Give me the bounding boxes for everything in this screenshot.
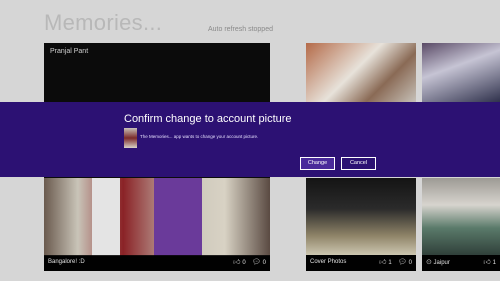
account-picture-thumbnail — [124, 128, 137, 148]
photo-tile-jaipur[interactable]: ⊙ Jaipur 👍︎ 1 — [422, 178, 500, 271]
cancel-button[interactable]: Cancel — [341, 157, 376, 170]
tile-owner-name: Pranjal Pant — [50, 48, 89, 55]
photo-tile-cover[interactable]: Cover Photos 👍︎ 1 💬︎ 0 — [306, 178, 416, 271]
comment-count-value: 0 — [408, 259, 412, 266]
location-pin-icon: ⊙ — [426, 259, 432, 266]
tile-caption: Cover Photos — [310, 259, 347, 265]
tile-footer: ⊙ Jaipur 👍︎ 1 — [422, 255, 500, 271]
photo-person — [92, 178, 120, 256]
thumbs-up-icon: 👍︎ — [379, 259, 387, 266]
dialog-message: The Memories... app wants to change your… — [140, 134, 259, 139]
like-count-value: 1 — [492, 259, 496, 266]
photo-person — [154, 178, 202, 256]
app-title: Memories... — [44, 10, 163, 35]
tile-caption: Bangalore! :D — [48, 259, 85, 265]
tile-caption-text: Jaipur — [433, 260, 450, 266]
tile-footer: Cover Photos 👍︎ 1 💬︎ 0 — [306, 255, 416, 271]
like-count[interactable]: 👍︎ 1 — [483, 259, 496, 266]
photo-image — [422, 43, 500, 103]
refresh-status: Auto refresh stopped — [208, 26, 273, 33]
like-count-value: 0 — [242, 259, 246, 266]
thumbs-up-icon: 👍︎ — [483, 259, 491, 266]
photo-image — [306, 178, 416, 255]
photo-image — [422, 178, 500, 255]
comment-count[interactable]: 💬︎ 0 — [398, 259, 412, 266]
confirm-dialog: Confirm change to account picture — [0, 102, 500, 177]
dialog-title: Confirm change to account picture — [124, 113, 292, 125]
tile-counts: 👍︎ 0 💬︎ 0 — [233, 259, 266, 266]
like-count[interactable]: 👍︎ 1 — [379, 259, 392, 266]
change-button[interactable]: Change — [300, 157, 335, 170]
like-count-value: 1 — [388, 259, 392, 266]
photo-tile[interactable] — [422, 43, 500, 103]
tile-counts: 👍︎ 1 — [483, 259, 496, 266]
thumbs-up-icon: 👍︎ — [233, 259, 241, 266]
comment-icon: 💬︎ — [251, 259, 261, 266]
tile-footer: Bangalore! :D 👍︎ 0 💬︎ 0 — [44, 255, 270, 271]
comment-icon: 💬︎ — [397, 259, 407, 266]
like-count[interactable]: 👍︎ 0 — [233, 259, 246, 266]
photo-tile[interactable] — [306, 43, 416, 103]
tile-caption: ⊙ Jaipur — [426, 259, 450, 266]
comment-count[interactable]: 💬︎ 0 — [252, 259, 266, 266]
tile-counts: 👍︎ 1 💬︎ 0 — [379, 259, 412, 266]
photo-image — [306, 43, 416, 103]
comment-count-value: 0 — [262, 259, 266, 266]
